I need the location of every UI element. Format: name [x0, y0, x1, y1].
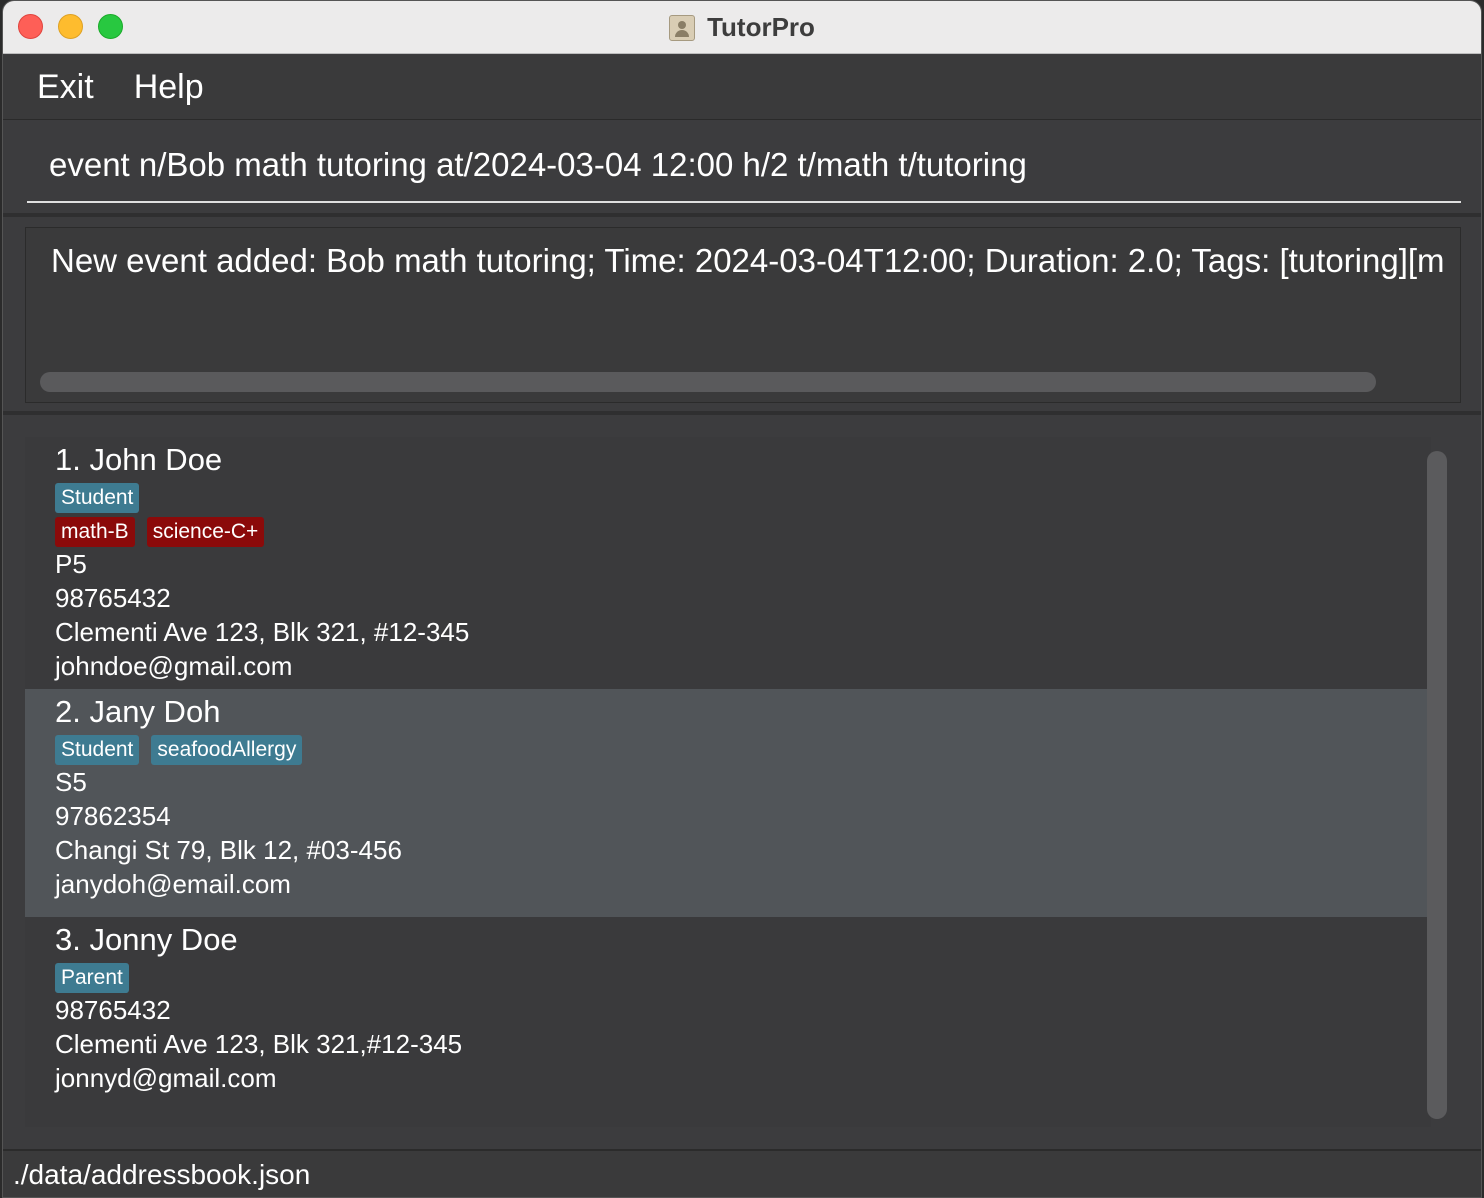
person-list-area: 1. John Doe Student math-B science-C+ P5… — [3, 419, 1481, 1147]
person-phone: 98765432 — [55, 583, 171, 613]
divider — [3, 213, 1481, 217]
tag-row: math-B science-C+ — [55, 517, 1431, 547]
person-address: Clementi Ave 123, Blk 321,#12-345 — [55, 1029, 463, 1059]
divider — [3, 411, 1481, 415]
command-text: event n/Bob math tutoring at/2024-03-04 … — [49, 146, 1027, 183]
result-display[interactable]: New event added: Bob math tutoring; Time… — [25, 227, 1461, 403]
person-name: 3. Jonny Doe — [55, 922, 238, 957]
tag-row: Parent — [55, 963, 1431, 993]
person-email: johndoe@gmail.com — [55, 651, 293, 681]
title-wrap: TutorPro — [3, 1, 1481, 54]
title-bar: TutorPro — [3, 1, 1481, 54]
person-email: janydoh@email.com — [55, 869, 291, 899]
window-title: TutorPro — [707, 12, 815, 42]
tag: Parent — [55, 963, 129, 993]
tag: science-C+ — [146, 517, 265, 547]
menu-exit[interactable]: Exit — [37, 68, 94, 107]
person-list: 1. John Doe Student math-B science-C+ P5… — [25, 437, 1431, 1127]
app-window: TutorPro Exit Help event n/Bob math tuto… — [2, 0, 1482, 1198]
person-phone: 97862354 — [55, 801, 171, 831]
command-area: event n/Bob math tutoring at/2024-03-04 … — [3, 121, 1481, 213]
person-phone: 98765432 — [55, 995, 171, 1025]
tag-row: Student — [55, 483, 1431, 513]
tag: math-B — [55, 517, 135, 547]
person-name: 1. John Doe — [55, 442, 223, 477]
horizontal-scrollbar[interactable] — [40, 372, 1376, 392]
result-text: New event added: Bob math tutoring; Time… — [51, 242, 1445, 279]
tag-row: Student seafoodAllergy — [55, 735, 1431, 765]
person-email: jonnyd@gmail.com — [55, 1063, 277, 1093]
tag: seafoodAllergy — [151, 735, 303, 765]
address-book-icon — [669, 14, 696, 41]
menu-bar: Exit Help — [3, 55, 1481, 120]
person-level: P5 — [55, 549, 87, 579]
person-card[interactable]: 1. John Doe Student math-B science-C+ P5… — [25, 437, 1431, 689]
tag: Student — [55, 483, 140, 513]
person-level: S5 — [55, 767, 87, 797]
person-address: Changi St 79, Blk 12, #03-456 — [55, 835, 402, 865]
person-address: Clementi Ave 123, Blk 321, #12-345 — [55, 617, 470, 647]
data-file-path: ./data/addressbook.json — [13, 1159, 311, 1190]
tag: Student — [55, 735, 140, 765]
command-input[interactable]: event n/Bob math tutoring at/2024-03-04 … — [27, 129, 1461, 203]
vertical-scrollbar[interactable] — [1427, 451, 1447, 1119]
person-card[interactable]: 3. Jonny Doe Parent 98765432 Clementi Av… — [25, 917, 1431, 1127]
person-card-selected[interactable]: 2. Jany Doh Student seafoodAllergy S5 97… — [25, 689, 1431, 917]
status-bar: ./data/addressbook.json — [3, 1149, 1481, 1197]
person-name: 2. Jany Doh — [55, 694, 221, 729]
menu-help[interactable]: Help — [134, 68, 204, 107]
